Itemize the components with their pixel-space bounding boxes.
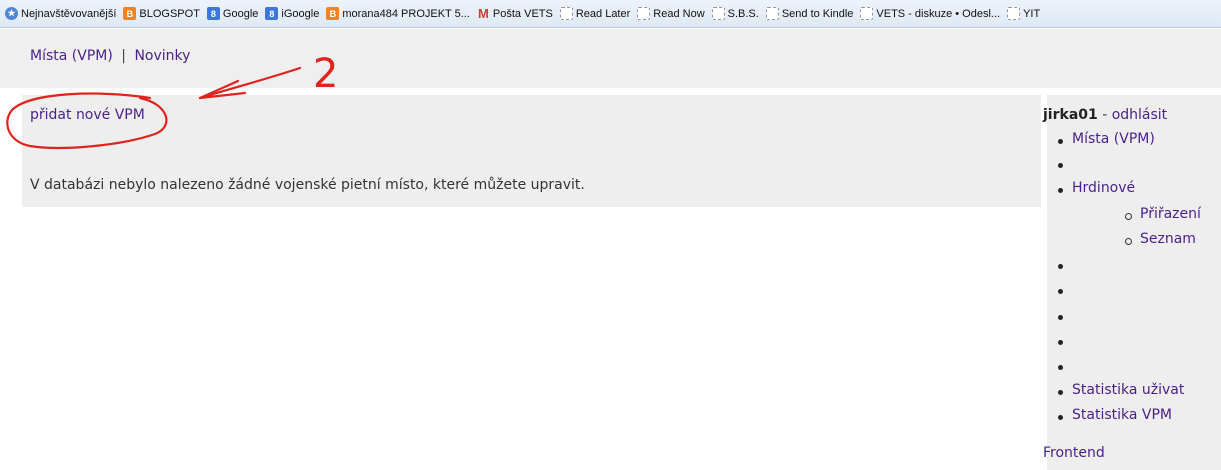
bookmark-send-to-kindle[interactable]: Send to Kindle [765, 7, 854, 20]
mail-icon: M [478, 6, 489, 21]
bookmark-label: Pošta VETS [492, 7, 553, 20]
bookmark-label: BLOGSPOT [139, 7, 200, 20]
bookmark-label: YIT [1023, 7, 1041, 20]
bullet-icon [1058, 264, 1063, 269]
bullet-icon [1058, 365, 1063, 370]
sidebar-item-label[interactable]: Přiřazení [1140, 206, 1201, 222]
nav-link-mista[interactable]: Místa (VPM) [30, 48, 113, 64]
sidebar-item-label[interactable]: Hrdinové [1072, 180, 1135, 196]
empty-result-message: V databázi nebylo nalezeno žádné vojensk… [30, 177, 585, 193]
add-new-vpm-link[interactable]: přidat nové VPM [30, 107, 145, 123]
sidebar-item-hrdinove[interactable]: Hrdinové [1043, 180, 1221, 204]
bookmark-posta-vets[interactable]: M Pošta VETS [477, 6, 553, 21]
google-icon: 8 [265, 7, 279, 20]
sidebar-item-label[interactable]: Místa (VPM) [1072, 131, 1155, 147]
user-separator: - [1097, 107, 1112, 123]
sidebar-item-label[interactable]: Seznam [1140, 231, 1196, 247]
bookmarks-bar: ★ Nejnavštěvovanější B BLOGSPOT 8 Google… [0, 0, 1221, 28]
bookmark-label: VETS - diskuze • Odesl... [876, 7, 1001, 20]
sidebar-item-label[interactable]: Statistika uživat [1072, 382, 1184, 398]
blogger-icon: B [326, 7, 340, 20]
bookmark-yit[interactable]: YIT [1007, 7, 1040, 20]
sidebar-item-statistika-uzivatelu[interactable]: Statistika uživat [1043, 382, 1221, 406]
bookmark-label: S.B.S. [727, 7, 759, 20]
bookmark-vets-diskuze[interactable]: VETS - diskuze • Odesl... [860, 7, 1000, 20]
top-navigation: Místa (VPM) | Novinky [30, 48, 190, 64]
google-icon: 8 [206, 7, 220, 20]
page-icon [1007, 7, 1021, 20]
nav-separator: | [121, 48, 126, 64]
frontend-link[interactable]: Frontend [1043, 445, 1105, 461]
bullet-icon [1058, 415, 1063, 420]
blogger-icon: B [123, 7, 137, 20]
sidebar-item-label[interactable]: Statistika VPM [1072, 407, 1172, 423]
nav-link-novinky[interactable]: Novinky [134, 48, 190, 64]
bullet-icon [1058, 289, 1063, 294]
bookmark-igoogle[interactable]: 8 iGoogle [265, 7, 319, 20]
star-icon: ★ [5, 7, 18, 20]
sidebar-item-empty [1043, 357, 1221, 381]
sidebar-item-empty [1043, 307, 1221, 331]
circle-bullet-icon [1125, 213, 1132, 220]
sidebar-item-empty [1043, 281, 1221, 305]
bookmark-blogspot[interactable]: B BLOGSPOT [123, 7, 200, 20]
bookmark-nejnavstevovanejsi[interactable]: ★ Nejnavštěvovanější [5, 7, 116, 20]
bookmark-label: Google [222, 7, 259, 20]
sidebar-subitem-prirazeni[interactable]: Přiřazení [1043, 206, 1221, 230]
bookmark-morana484[interactable]: B morana484 PROJEKT 5... [326, 7, 470, 20]
sidebar-item-empty [1043, 256, 1221, 280]
bullet-icon [1058, 390, 1063, 395]
username: jirka01 [1043, 107, 1098, 123]
sidebar-subitem-seznam[interactable]: Seznam [1043, 231, 1221, 255]
page-icon [559, 7, 573, 20]
bookmark-read-later[interactable]: Read Later [559, 7, 631, 20]
sidebar-item-statistika-vpm[interactable]: Statistika VPM [1043, 407, 1221, 431]
bookmark-label: Send to Kindle [781, 7, 854, 20]
page-icon [711, 7, 725, 20]
bookmark-label: Read Now [653, 7, 705, 20]
sidebar-item-mista[interactable]: Místa (VPM) [1043, 131, 1221, 155]
sidebar-item-empty [1043, 155, 1221, 179]
bullet-icon [1058, 188, 1063, 193]
bullet-icon [1058, 139, 1063, 144]
page-icon [637, 7, 651, 20]
bullet-icon [1058, 340, 1063, 345]
bullet-icon [1058, 315, 1063, 320]
bookmark-label: Read Later [575, 7, 631, 20]
logout-link[interactable]: odhlásit [1112, 107, 1167, 123]
bookmark-label: morana484 PROJEKT 5... [342, 7, 470, 20]
sidebar-item-empty [1043, 332, 1221, 356]
user-info: jirka01 - odhlásit [1043, 107, 1167, 123]
bookmark-label: Nejnavštěvovanější [21, 7, 117, 20]
circle-bullet-icon [1125, 238, 1132, 245]
bullet-icon [1058, 163, 1063, 168]
bookmark-label: iGoogle [281, 7, 320, 20]
page-icon [765, 7, 779, 20]
page-icon [860, 7, 874, 20]
bookmark-read-now[interactable]: Read Now [637, 7, 705, 20]
bookmark-sbs[interactable]: S.B.S. [711, 7, 759, 20]
bookmark-google[interactable]: 8 Google [206, 7, 259, 20]
